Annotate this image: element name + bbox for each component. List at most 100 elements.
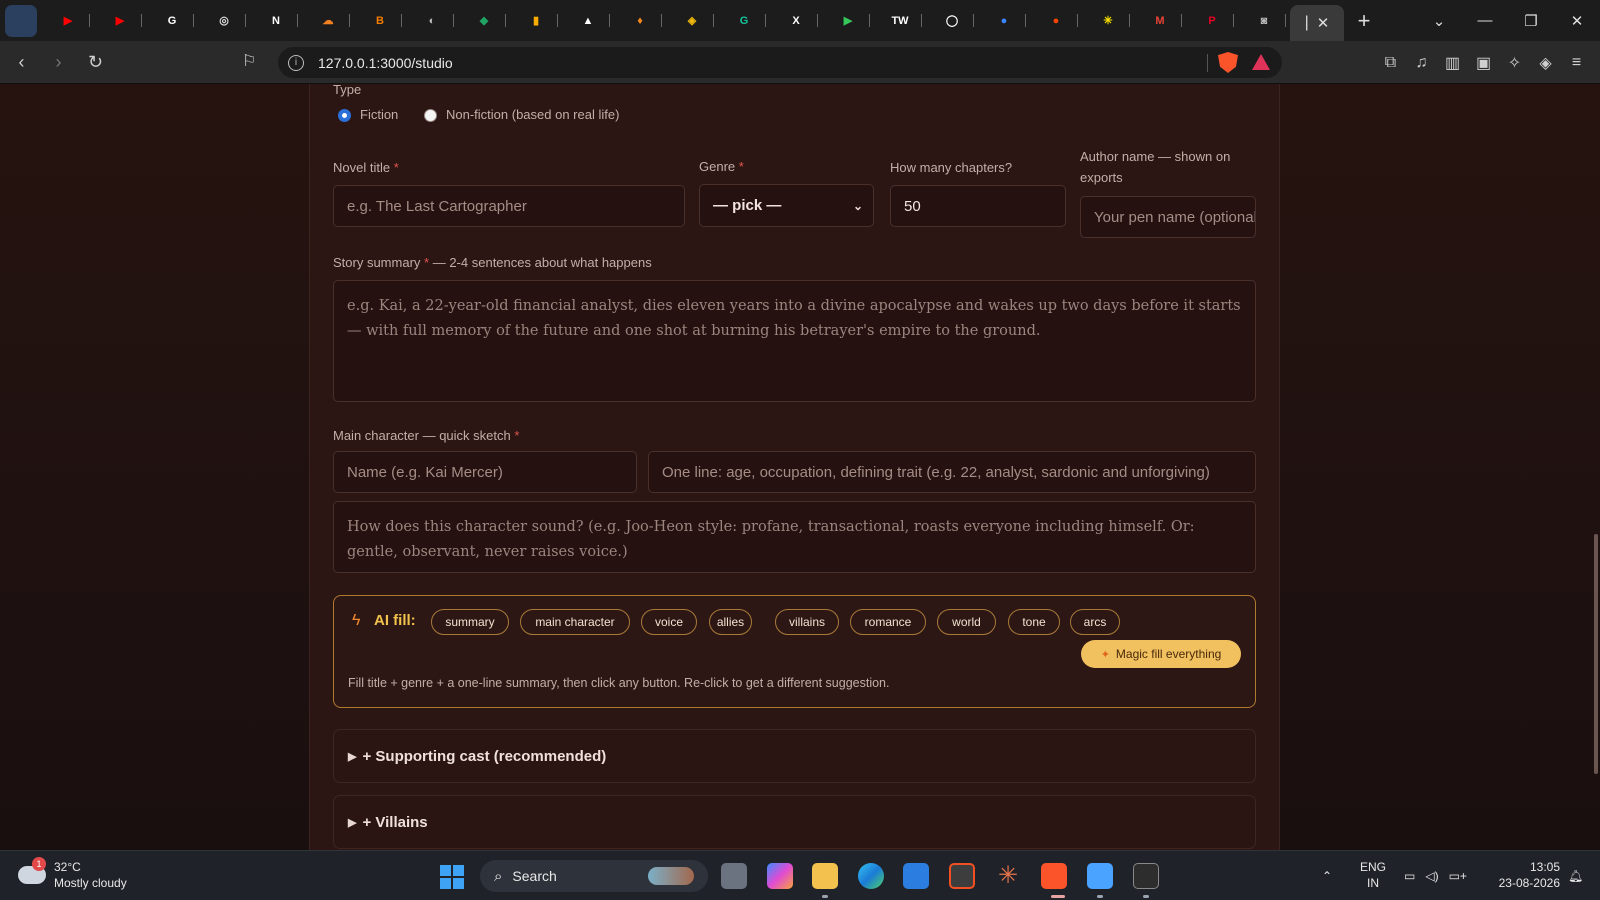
bookmark-icon[interactable]: ⚐ bbox=[242, 51, 256, 71]
back-button[interactable]: ‹ bbox=[6, 47, 37, 78]
ai-fill-chip-arcs[interactable]: arcs bbox=[1070, 609, 1120, 635]
browser-tab[interactable]: B bbox=[354, 0, 406, 41]
browser-tab[interactable]: ☁ bbox=[302, 0, 354, 41]
network-icon[interactable]: ▭ bbox=[1404, 869, 1415, 883]
ai-fill-chip-romance[interactable]: romance bbox=[850, 609, 926, 635]
site-info-icon[interactable]: i bbox=[288, 54, 304, 71]
file-explorer-icon[interactable] bbox=[812, 863, 838, 889]
taskbar-search[interactable]: ⌕ Search bbox=[480, 860, 708, 892]
clock[interactable]: 13:05 23-08-2026 bbox=[1488, 859, 1560, 891]
forward-button[interactable]: › bbox=[43, 47, 74, 78]
villains-section[interactable]: ▶ + Villains bbox=[333, 795, 1256, 849]
close-tab-icon[interactable]: ✕ bbox=[1317, 14, 1330, 32]
claude-icon[interactable]: ✳ bbox=[995, 863, 1021, 889]
browser-tab[interactable]: ● bbox=[1030, 0, 1082, 41]
disclosure-triangle-icon: ▶ bbox=[348, 816, 357, 829]
ai-fill-chip-voice[interactable]: voice bbox=[641, 609, 697, 635]
browser-tab[interactable]: TW bbox=[874, 0, 926, 41]
brave-icon[interactable] bbox=[1041, 863, 1067, 889]
character-line-input[interactable]: One line: age, occupation, defining trai… bbox=[648, 451, 1256, 493]
terminal-icon[interactable] bbox=[1133, 863, 1159, 889]
weather-widget[interactable]: 1 32°C Mostly cloudy bbox=[18, 857, 127, 891]
character-voice-textarea[interactable]: How does this character sound? (e.g. Joo… bbox=[333, 501, 1256, 573]
extensions-icon[interactable]: ⧉ bbox=[1375, 54, 1406, 72]
tab-list-chevron-icon[interactable]: ⌄ bbox=[1416, 12, 1462, 30]
chapters-input[interactable]: 50 bbox=[890, 185, 1066, 227]
tray-overflow-icon[interactable]: ⌃ bbox=[1322, 851, 1332, 900]
minimize-button[interactable]: — bbox=[1462, 12, 1508, 29]
reload-button[interactable]: ↻ bbox=[80, 47, 111, 78]
notepad-icon[interactable] bbox=[1087, 863, 1113, 889]
character-name-input[interactable]: Name (e.g. Kai Mercer) bbox=[333, 451, 637, 493]
browser-tab[interactable]: ◐ bbox=[406, 0, 458, 41]
tab-separator bbox=[661, 14, 662, 27]
browser-tab[interactable]: G bbox=[146, 0, 198, 41]
restore-button[interactable]: ❐ bbox=[1508, 12, 1554, 30]
browser-tab[interactable]: N bbox=[250, 0, 302, 41]
browser-tab[interactable]: ▶ bbox=[822, 0, 874, 41]
address-bar[interactable]: i 127.0.0.1:3000/studio bbox=[278, 47, 1282, 78]
url-text[interactable]: 127.0.0.1:3000/studio bbox=[318, 55, 453, 71]
play-icon: ▶ bbox=[843, 15, 853, 27]
page-scrollbar[interactable] bbox=[1594, 534, 1598, 774]
start-button[interactable] bbox=[440, 865, 464, 889]
ai-fill-chip-tone[interactable]: tone bbox=[1008, 609, 1060, 635]
browser-tab[interactable]: X bbox=[770, 0, 822, 41]
sidebar-icon[interactable]: ▥ bbox=[1437, 53, 1468, 73]
language-indicator[interactable]: ENG IN bbox=[1360, 859, 1386, 891]
browser-tab[interactable]: ▶ bbox=[94, 0, 146, 41]
edge-icon[interactable] bbox=[858, 863, 884, 889]
browser-tab[interactable]: ◆ bbox=[458, 0, 510, 41]
wallet-icon[interactable]: ▣ bbox=[1468, 53, 1499, 73]
menu-icon[interactable]: ≡ bbox=[1561, 54, 1592, 72]
task-view-icon[interactable] bbox=[721, 863, 747, 889]
brave-rewards-icon[interactable] bbox=[1252, 54, 1270, 70]
ai-fill-chip-allies[interactable]: allies bbox=[709, 609, 752, 635]
nonfiction-label[interactable]: Non-fiction (based on real life) bbox=[446, 104, 619, 125]
leo-ai-icon[interactable]: ✧ bbox=[1499, 53, 1530, 73]
media-icon[interactable]: ♫ bbox=[1406, 54, 1437, 72]
browser-tab[interactable]: ◈ bbox=[666, 0, 718, 41]
browser-tab[interactable]: P bbox=[1186, 0, 1238, 41]
magic-fill-button[interactable]: ✦ Magic fill everything bbox=[1081, 640, 1241, 668]
browser-tab[interactable]: M bbox=[1134, 0, 1186, 41]
browser-tab[interactable]: ▮ bbox=[510, 0, 562, 41]
ai-fill-chip-summary[interactable]: summary bbox=[431, 609, 509, 635]
notifications-icon[interactable]: 🔔︎ bbox=[1568, 851, 1583, 900]
tab-search-button[interactable] bbox=[0, 0, 42, 41]
new-tab-button[interactable]: + bbox=[1344, 0, 1384, 41]
ai-fill-chip-world[interactable]: world bbox=[937, 609, 996, 635]
browser-tab[interactable]: ♦ bbox=[614, 0, 666, 41]
vpn-icon[interactable]: ◈ bbox=[1530, 53, 1561, 73]
tab-separator bbox=[1025, 14, 1026, 27]
browser-tab[interactable]: ◯ bbox=[926, 0, 978, 41]
volume-icon[interactable]: ◁) bbox=[1425, 869, 1438, 883]
browser-tab[interactable]: G bbox=[718, 0, 770, 41]
battery-icon[interactable]: ▭+ bbox=[1449, 869, 1467, 883]
nonfiction-radio[interactable] bbox=[424, 109, 437, 122]
browser-tab[interactable]: ◎ bbox=[198, 0, 250, 41]
tab-separator bbox=[297, 14, 298, 27]
ai-fill-chip-main-character[interactable]: main character bbox=[520, 609, 630, 635]
ai-fill-chip-villains[interactable]: villains bbox=[775, 609, 839, 635]
outlook-icon[interactable] bbox=[903, 863, 929, 889]
browser-tab[interactable]: ▶ bbox=[42, 0, 94, 41]
browser-tab[interactable]: ● bbox=[978, 0, 1030, 41]
tab-divider-icon: | bbox=[1304, 14, 1309, 31]
browser-tab[interactable]: ▲ bbox=[562, 0, 614, 41]
author-input[interactable]: Your pen name (optional) bbox=[1080, 196, 1256, 238]
browser-tab[interactable]: ✳ bbox=[1082, 0, 1134, 41]
summary-textarea[interactable]: e.g. Kai, a 22-year-old financial analys… bbox=[333, 280, 1256, 402]
genre-select[interactable]: — pick — ⌄ bbox=[699, 184, 874, 227]
fiction-label[interactable]: Fiction bbox=[360, 104, 398, 125]
tab-active[interactable]: | ✕ bbox=[1290, 5, 1344, 41]
copilot-icon[interactable] bbox=[767, 863, 793, 889]
close-window-button[interactable]: ✕ bbox=[1554, 12, 1600, 30]
tab-separator bbox=[713, 14, 714, 27]
supporting-cast-section[interactable]: ▶ + Supporting cast (recommended) bbox=[333, 729, 1256, 783]
brave-shields-icon[interactable] bbox=[1218, 52, 1238, 73]
fiction-radio[interactable] bbox=[338, 109, 351, 122]
browser-tab[interactable]: ◙ bbox=[1238, 0, 1290, 41]
title-input[interactable]: e.g. The Last Cartographer bbox=[333, 185, 685, 227]
store-icon[interactable] bbox=[949, 863, 975, 889]
